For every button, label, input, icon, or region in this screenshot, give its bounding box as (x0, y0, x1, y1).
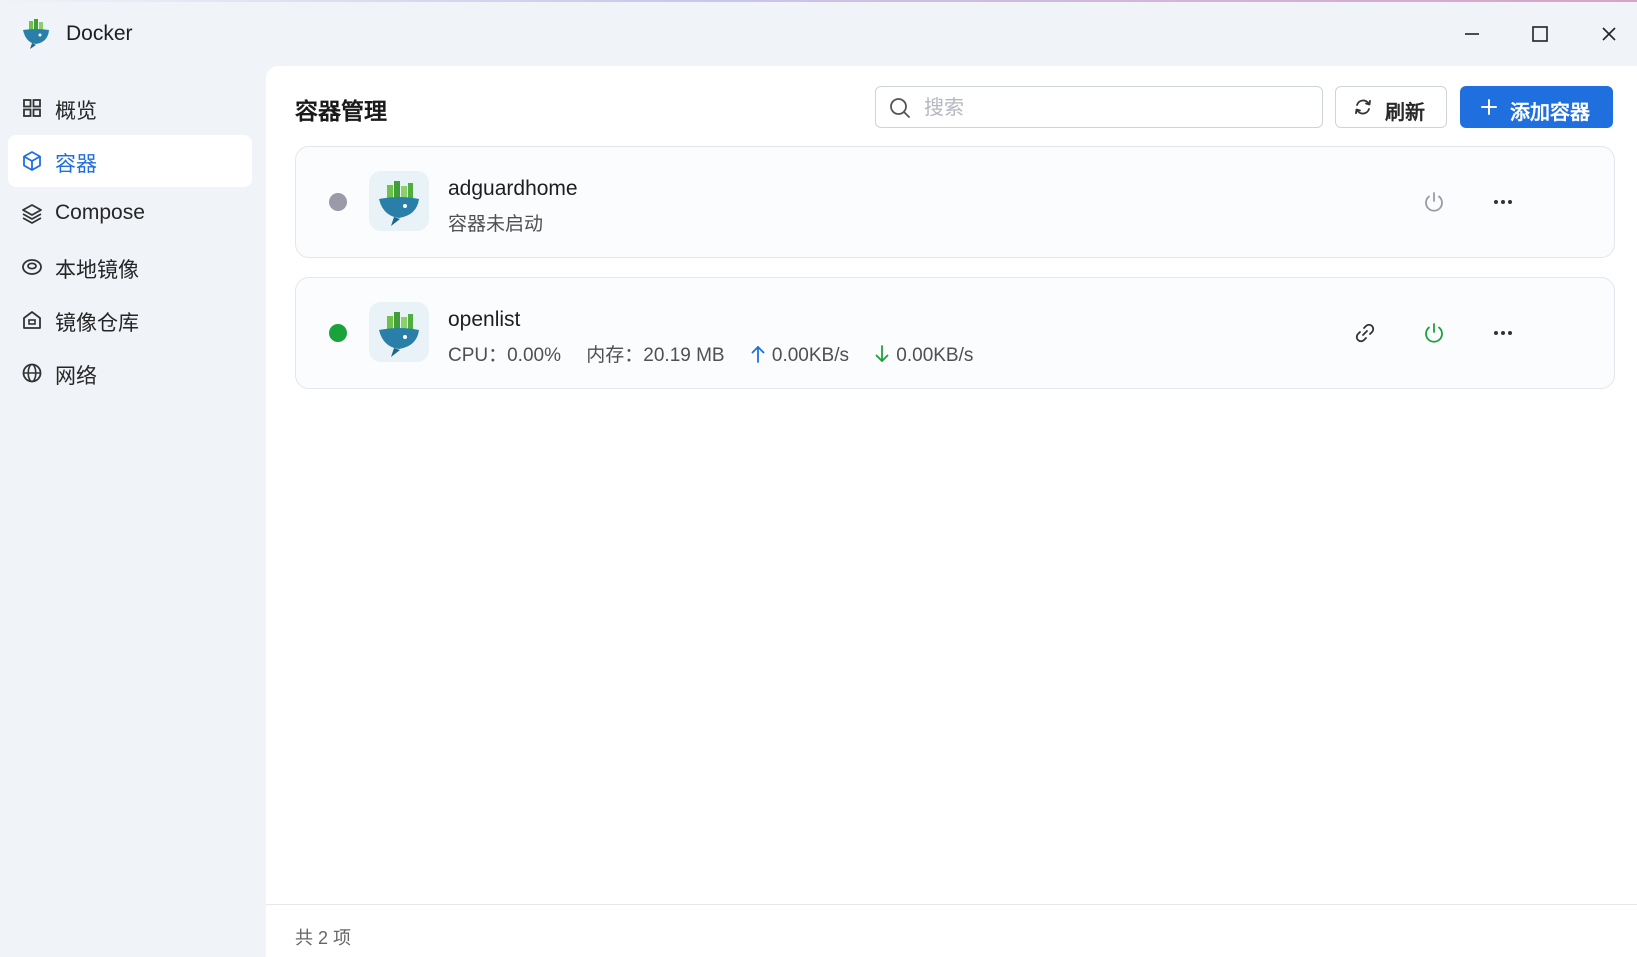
refresh-icon (1355, 99, 1371, 115)
power-icon (1425, 323, 1443, 343)
sidebar-item-overview[interactable]: 概览 (8, 82, 252, 134)
status-dot-stopped (329, 193, 347, 211)
close-icon (1602, 27, 1616, 41)
power-icon (1425, 192, 1443, 212)
sidebar-item-local-images[interactable]: 本地镜像 (8, 241, 252, 293)
grid-icon (21, 97, 43, 119)
sidebar-item-label: 镜像仓库 (55, 312, 139, 335)
arrow-down-icon (875, 345, 889, 362)
link-icon (1355, 323, 1375, 343)
minimize-button[interactable] (1452, 16, 1492, 52)
upload-rate-value: 0.00KB/s (771, 345, 849, 366)
upload-rate: 0.00KB/s (750, 345, 849, 367)
arrow-up-icon (751, 346, 765, 363)
sidebar-item-network[interactable]: 网络 (8, 347, 252, 399)
item-count: 共 2 项 (295, 928, 352, 948)
house-icon (21, 309, 43, 331)
search-box[interactable] (875, 86, 1323, 129)
memory-usage: 内存：20.19 MB (586, 345, 725, 366)
container-app-icon (369, 302, 429, 362)
add-container-button[interactable]: 添加容器 (1460, 86, 1613, 128)
open-link-button[interactable] (1347, 315, 1383, 351)
globe-icon (21, 362, 43, 384)
sidebar-item-compose[interactable]: Compose (8, 188, 252, 240)
search-input[interactable] (922, 87, 1316, 129)
maximize-icon (1532, 26, 1548, 42)
refresh-button[interactable]: 刷新 (1335, 86, 1447, 128)
close-button[interactable] (1589, 16, 1629, 52)
page-title: 容器管理 (295, 98, 387, 124)
sidebar-item-registry[interactable]: 镜像仓库 (8, 294, 252, 346)
more-horizontal-icon (1494, 331, 1512, 335)
refresh-button-label: 刷新 (1385, 102, 1425, 124)
footer-divider (266, 904, 1637, 905)
status-dot-running (329, 324, 347, 342)
power-button[interactable] (1416, 184, 1452, 220)
container-status-text: 容器未启动 (448, 214, 544, 235)
disc-icon (21, 256, 43, 278)
container-app-icon (369, 171, 429, 231)
main-panel: 容器管理 刷新 添加容器 (266, 66, 1637, 957)
download-rate: 0.00KB/s (874, 345, 973, 367)
cube-icon (21, 150, 43, 172)
more-horizontal-icon (1494, 200, 1512, 204)
download-rate-value: 0.00KB/s (896, 345, 974, 366)
add-container-button-label: 添加容器 (1510, 102, 1590, 124)
search-icon (890, 98, 910, 118)
more-options-button[interactable] (1485, 315, 1521, 351)
container-card-adguardhome[interactable]: adguardhome 容器未启动 (295, 146, 1615, 258)
container-card-openlist[interactable]: openlist CPU：0.00% 内存：20.19 MB 0.00KB/s … (295, 277, 1615, 389)
cpu-usage: CPU：0.00% (448, 345, 561, 366)
minimize-icon (1465, 33, 1479, 35)
sidebar-item-label: 网络 (55, 365, 97, 388)
more-options-button[interactable] (1485, 184, 1521, 220)
window-title: Docker (66, 22, 133, 45)
sidebar-item-containers[interactable]: 容器 (8, 135, 252, 187)
plus-icon (1481, 99, 1497, 115)
power-button[interactable] (1416, 315, 1452, 351)
container-stats: CPU：0.00% 内存：20.19 MB 0.00KB/s 0.00KB/s (448, 340, 993, 367)
sidebar-item-label: Compose (55, 201, 145, 224)
docker-app-icon (23, 19, 49, 49)
container-name: adguardhome (448, 177, 578, 200)
container-name: openlist (448, 308, 521, 331)
title-bar: Docker (0, 0, 1637, 66)
maximize-button[interactable] (1520, 16, 1560, 52)
sidebar-item-label: 本地镜像 (55, 259, 139, 282)
layers-icon (21, 203, 43, 225)
sidebar-item-label: 容器 (55, 153, 97, 176)
sidebar-item-label: 概览 (55, 100, 97, 123)
